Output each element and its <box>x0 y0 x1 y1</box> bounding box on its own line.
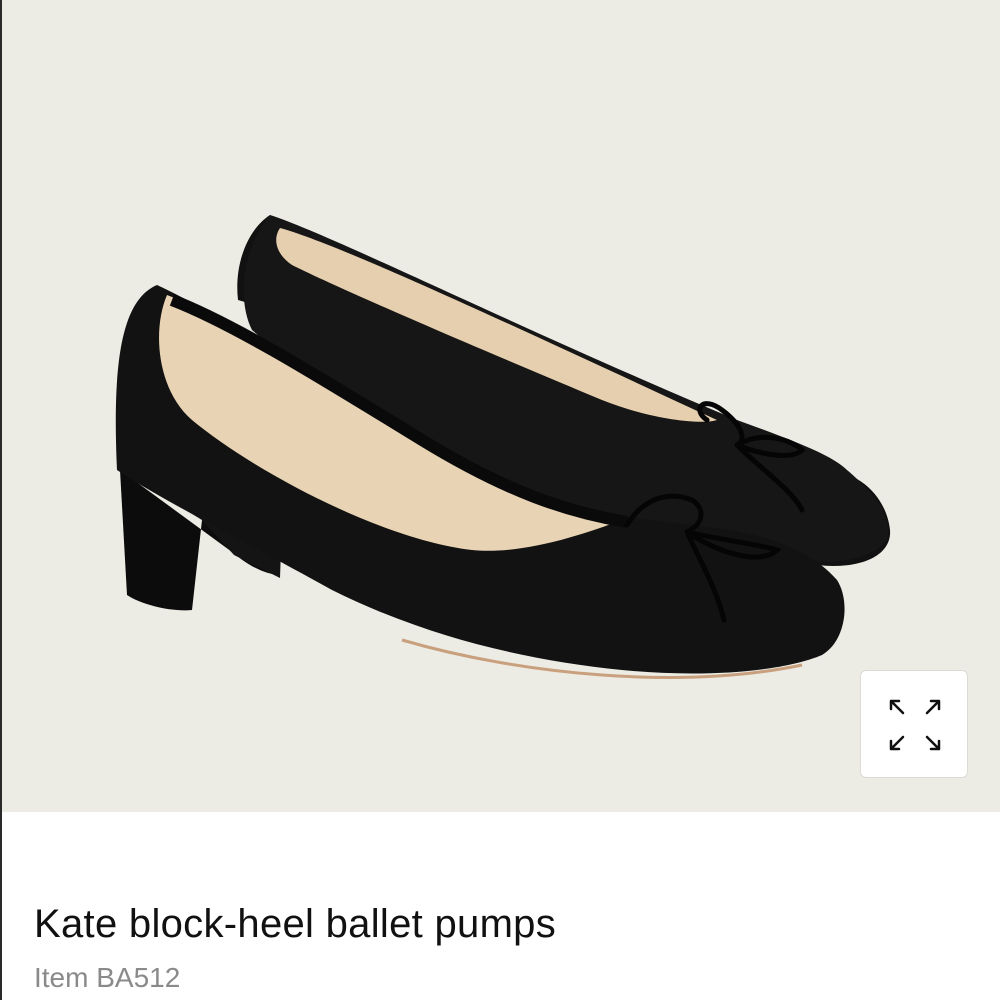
product-title: Kate block-heel ballet pumps <box>34 902 557 946</box>
shoe-illustration <box>115 215 891 679</box>
product-image[interactable] <box>2 0 1000 812</box>
expand-image-button[interactable] <box>860 670 968 778</box>
expand-arrows-icon <box>889 699 941 751</box>
item-number: Item BA512 <box>34 962 181 993</box>
